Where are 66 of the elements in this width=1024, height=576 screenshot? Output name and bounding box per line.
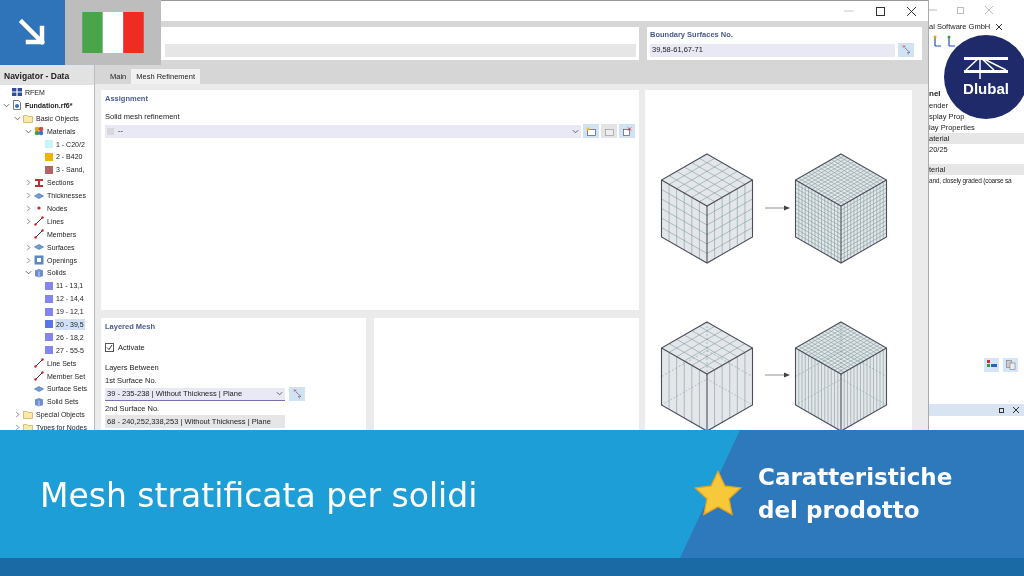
file-icon: [12, 100, 22, 111]
pick-button[interactable]: [898, 43, 914, 57]
chevron-down-icon[interactable]: [14, 114, 21, 122]
input-field[interactable]: [165, 44, 636, 57]
diagonal-line-icon: [34, 358, 44, 369]
chevron-right-icon[interactable]: [25, 217, 32, 225]
new-button[interactable]: [583, 124, 599, 138]
italian-flag-icon: [82, 12, 144, 53]
chevron-right-icon[interactable]: [25, 243, 32, 251]
banner-subtitle: Caratteristiche del prodotto: [758, 463, 954, 525]
chevron-right-icon[interactable]: [25, 192, 32, 200]
chevron-right-icon[interactable]: [25, 204, 32, 212]
close-icon[interactable]: [1013, 407, 1019, 413]
chevron-down-icon[interactable]: [572, 127, 579, 135]
bridge-logo-icon: [964, 57, 1008, 79]
logo-text: Dlubal: [963, 81, 1009, 97]
i-beam-icon: [34, 177, 44, 188]
chevron-down-icon[interactable]: [25, 127, 32, 135]
chevron-right-icon[interactable]: [25, 179, 32, 187]
plate-icon: [34, 191, 44, 200]
panel-title: nel: [929, 88, 941, 100]
color-swatch-icon: [107, 127, 114, 135]
panel-title: Navigator - Data: [0, 68, 94, 85]
diagonal-line-icon: [34, 229, 44, 240]
diagonal-line-icon: [34, 216, 44, 227]
new-window-icon: [586, 126, 596, 136]
chevron-right-icon[interactable]: [14, 411, 21, 419]
delete-window-icon: [622, 126, 632, 136]
pick-button[interactable]: [289, 387, 305, 402]
grid-flag-icon: [12, 88, 22, 97]
copy-icon: [1005, 360, 1016, 370]
chevron-right-icon[interactable]: [14, 424, 21, 432]
diagonal-arrow-icon: [18, 18, 47, 47]
chevron-right-icon[interactable]: [25, 256, 32, 264]
diagonal-line-icon: [34, 371, 44, 382]
opening-icon: [34, 255, 44, 265]
cube-icon: [34, 396, 44, 407]
folder-icon: [23, 113, 33, 123]
close-icon[interactable]: [907, 6, 916, 16]
plate-icon: [34, 384, 44, 393]
cursor-icon: [292, 389, 302, 400]
banner-title: Mesh stratificata per solidi: [40, 475, 478, 518]
star-icon: [692, 469, 744, 519]
restore-icon[interactable]: [999, 407, 1005, 413]
cube-icon: [34, 267, 44, 278]
axis-icon[interactable]: [947, 35, 957, 47]
axis-icon[interactable]: [933, 35, 943, 47]
maximize-icon[interactable]: [876, 6, 885, 16]
chevron-down-icon[interactable]: [25, 269, 32, 277]
edit-button[interactable]: [601, 124, 617, 138]
close-icon[interactable]: [996, 24, 1003, 30]
color-dots-icon: [34, 126, 44, 137]
toolbar-button[interactable]: [1003, 358, 1018, 372]
window-icon: [604, 126, 614, 136]
delete-button[interactable]: [619, 124, 635, 138]
color-legend-icon: [986, 360, 997, 370]
check-icon: [106, 344, 113, 352]
arrow: [764, 372, 790, 378]
checkbox[interactable]: [105, 343, 114, 353]
toolbar-button[interactable]: [984, 358, 999, 372]
arrow: [764, 205, 790, 211]
chevron-down-icon[interactable]: [3, 101, 10, 109]
dot-icon: [37, 206, 41, 211]
plate-icon: [34, 243, 44, 252]
cursor-icon: [901, 45, 911, 55]
chevron-down-icon[interactable]: [276, 390, 283, 398]
